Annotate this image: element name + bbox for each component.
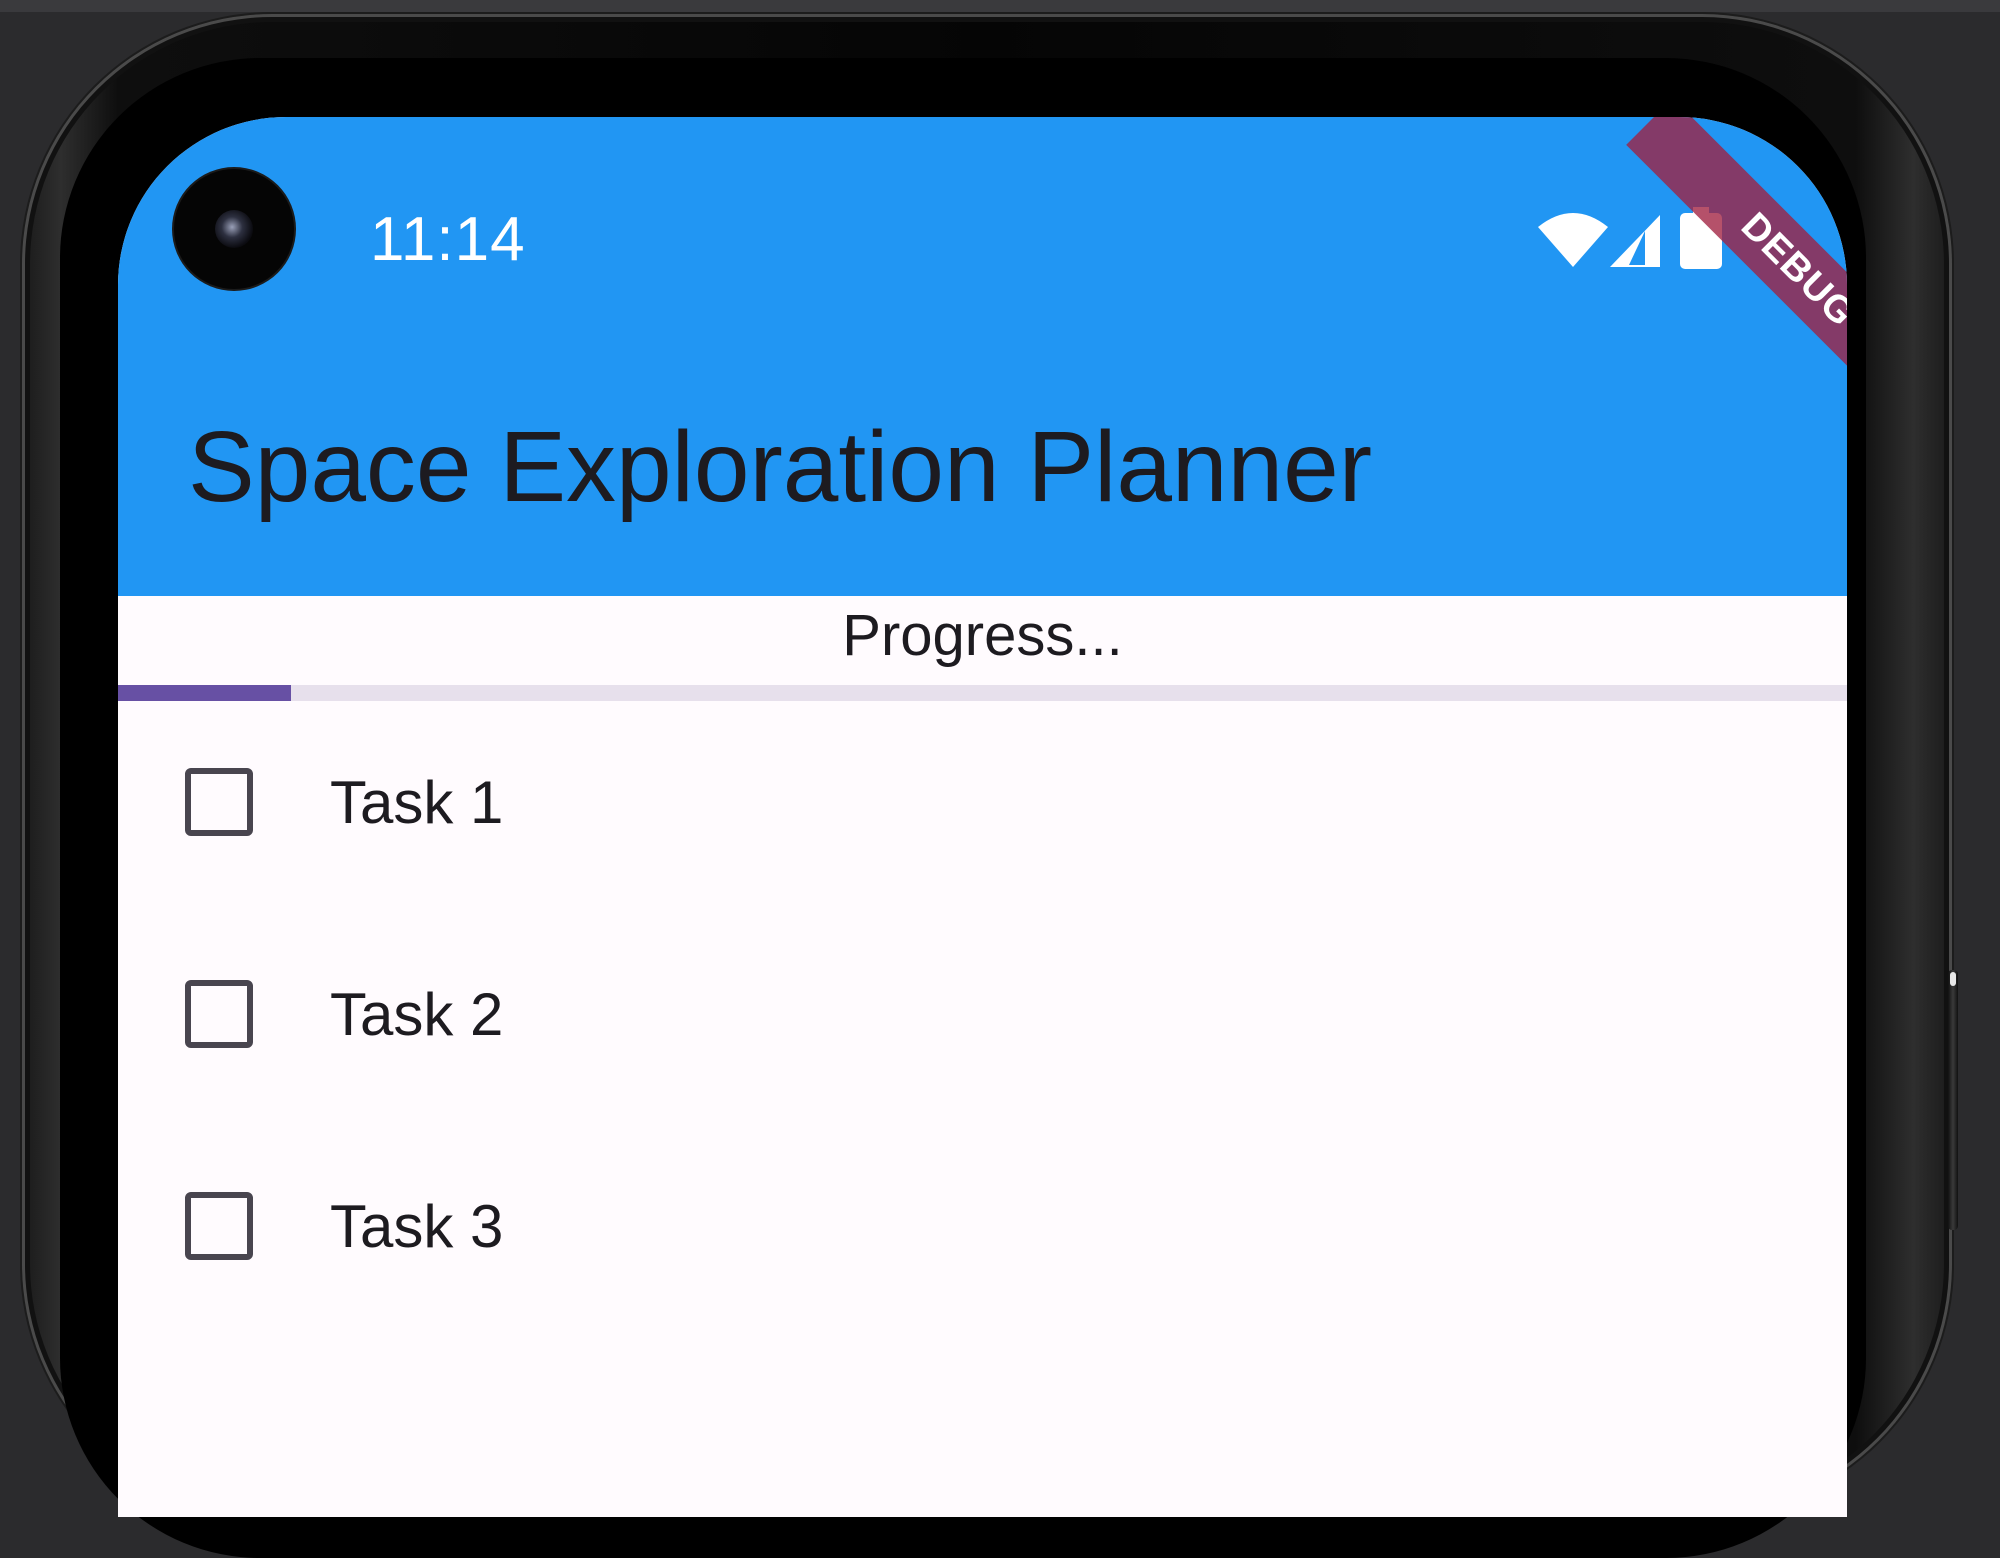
window-top-strip: [0, 0, 2000, 12]
task-checkbox[interactable]: [185, 980, 253, 1048]
progress-bar: [118, 685, 1847, 701]
wifi-icon: [1538, 213, 1608, 267]
progress-label: Progress...: [842, 603, 1123, 668]
app-bar: 11:14 Space Exploration Planner DEBUG: [118, 117, 1847, 596]
status-time: 11:14: [370, 205, 526, 274]
list-item[interactable]: Task 2: [118, 929, 1847, 1141]
progress-bar-fill: [118, 685, 291, 701]
phone-side-button[interactable]: [1948, 970, 1958, 1230]
task-checkbox[interactable]: [185, 768, 253, 836]
task-label: Task 1: [330, 769, 504, 836]
phone-screen: 11:14 Space Exploration Planner DEBUG Pr…: [118, 117, 1847, 1517]
task-checkbox[interactable]: [185, 1192, 253, 1260]
page-title: Space Exploration Planner: [188, 411, 1373, 523]
front-camera: [174, 169, 294, 289]
side-button-highlight: [1950, 972, 1956, 986]
task-label: Task 3: [330, 1193, 504, 1260]
task-label: Task 2: [330, 981, 504, 1048]
list-item[interactable]: Task 3: [118, 1141, 1847, 1353]
cell-signal-icon: [1610, 215, 1660, 267]
list-item[interactable]: Task 1: [118, 717, 1847, 929]
task-list: Task 1 Task 2 Task 3: [118, 717, 1847, 1353]
camera-lens: [215, 210, 253, 248]
